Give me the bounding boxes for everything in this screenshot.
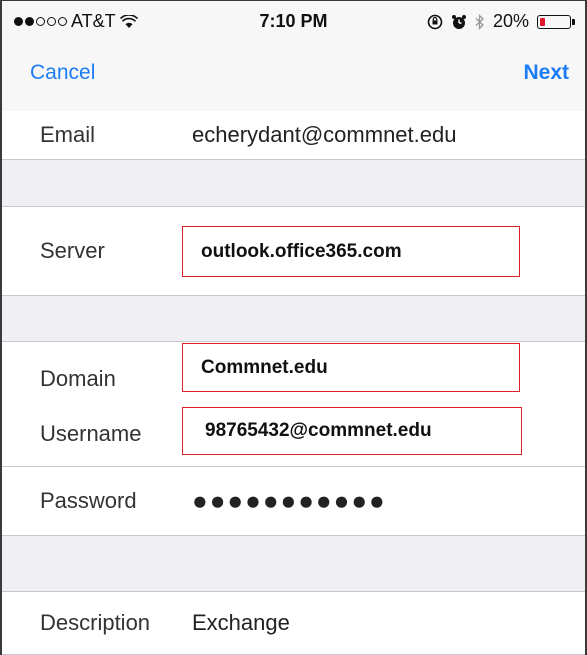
domain-field[interactable]: Commnet.edu bbox=[182, 343, 520, 392]
password-label: Password bbox=[40, 488, 137, 513]
email-label: Email bbox=[40, 122, 96, 147]
cancel-button[interactable]: Cancel bbox=[30, 61, 95, 85]
username-label: Username bbox=[40, 421, 142, 446]
domain-label: Domain bbox=[40, 366, 116, 392]
next-button[interactable]: Next bbox=[523, 61, 569, 85]
server-field[interactable]: outlook.office365.com bbox=[182, 226, 520, 277]
rotation-lock-icon bbox=[427, 14, 443, 29]
status-bar: AT&T 7:10 PM 20% bbox=[2, 7, 585, 35]
domain-value: Commnet.edu bbox=[201, 356, 328, 378]
email-row[interactable]: Email echerydant@commnet.edu bbox=[2, 111, 585, 160]
password-row[interactable]: Password ●●●●●●●●●●● bbox=[2, 467, 585, 536]
battery-percent: 20% bbox=[492, 11, 529, 31]
alarm-icon bbox=[451, 14, 466, 29]
navigation-bar: Cancel Next bbox=[2, 53, 585, 93]
description-row[interactable]: Description Exchange bbox=[2, 591, 585, 655]
ios-exchange-setup-screen: AT&T 7:10 PM 20% Cancel Next Email echer… bbox=[0, 0, 587, 655]
description-field[interactable]: Exchange bbox=[192, 610, 290, 636]
server-label: Server bbox=[40, 238, 105, 263]
battery-icon bbox=[537, 14, 575, 29]
bluetooth-icon bbox=[475, 13, 484, 30]
status-right: 20% bbox=[427, 11, 575, 32]
battery-level bbox=[540, 17, 546, 26]
username-field[interactable]: 98765432@commnet.edu bbox=[182, 407, 522, 455]
description-label: Description bbox=[40, 610, 151, 635]
username-value: 98765432@commnet.edu bbox=[205, 420, 432, 441]
battery-nub bbox=[572, 18, 575, 25]
top-bar: AT&T 7:10 PM 20% Cancel Next bbox=[2, 1, 585, 112]
password-field[interactable]: ●●●●●●●●●●● bbox=[192, 486, 387, 517]
server-value: outlook.office365.com bbox=[201, 240, 402, 262]
email-field[interactable]: echerydant@commnet.edu bbox=[192, 122, 456, 148]
